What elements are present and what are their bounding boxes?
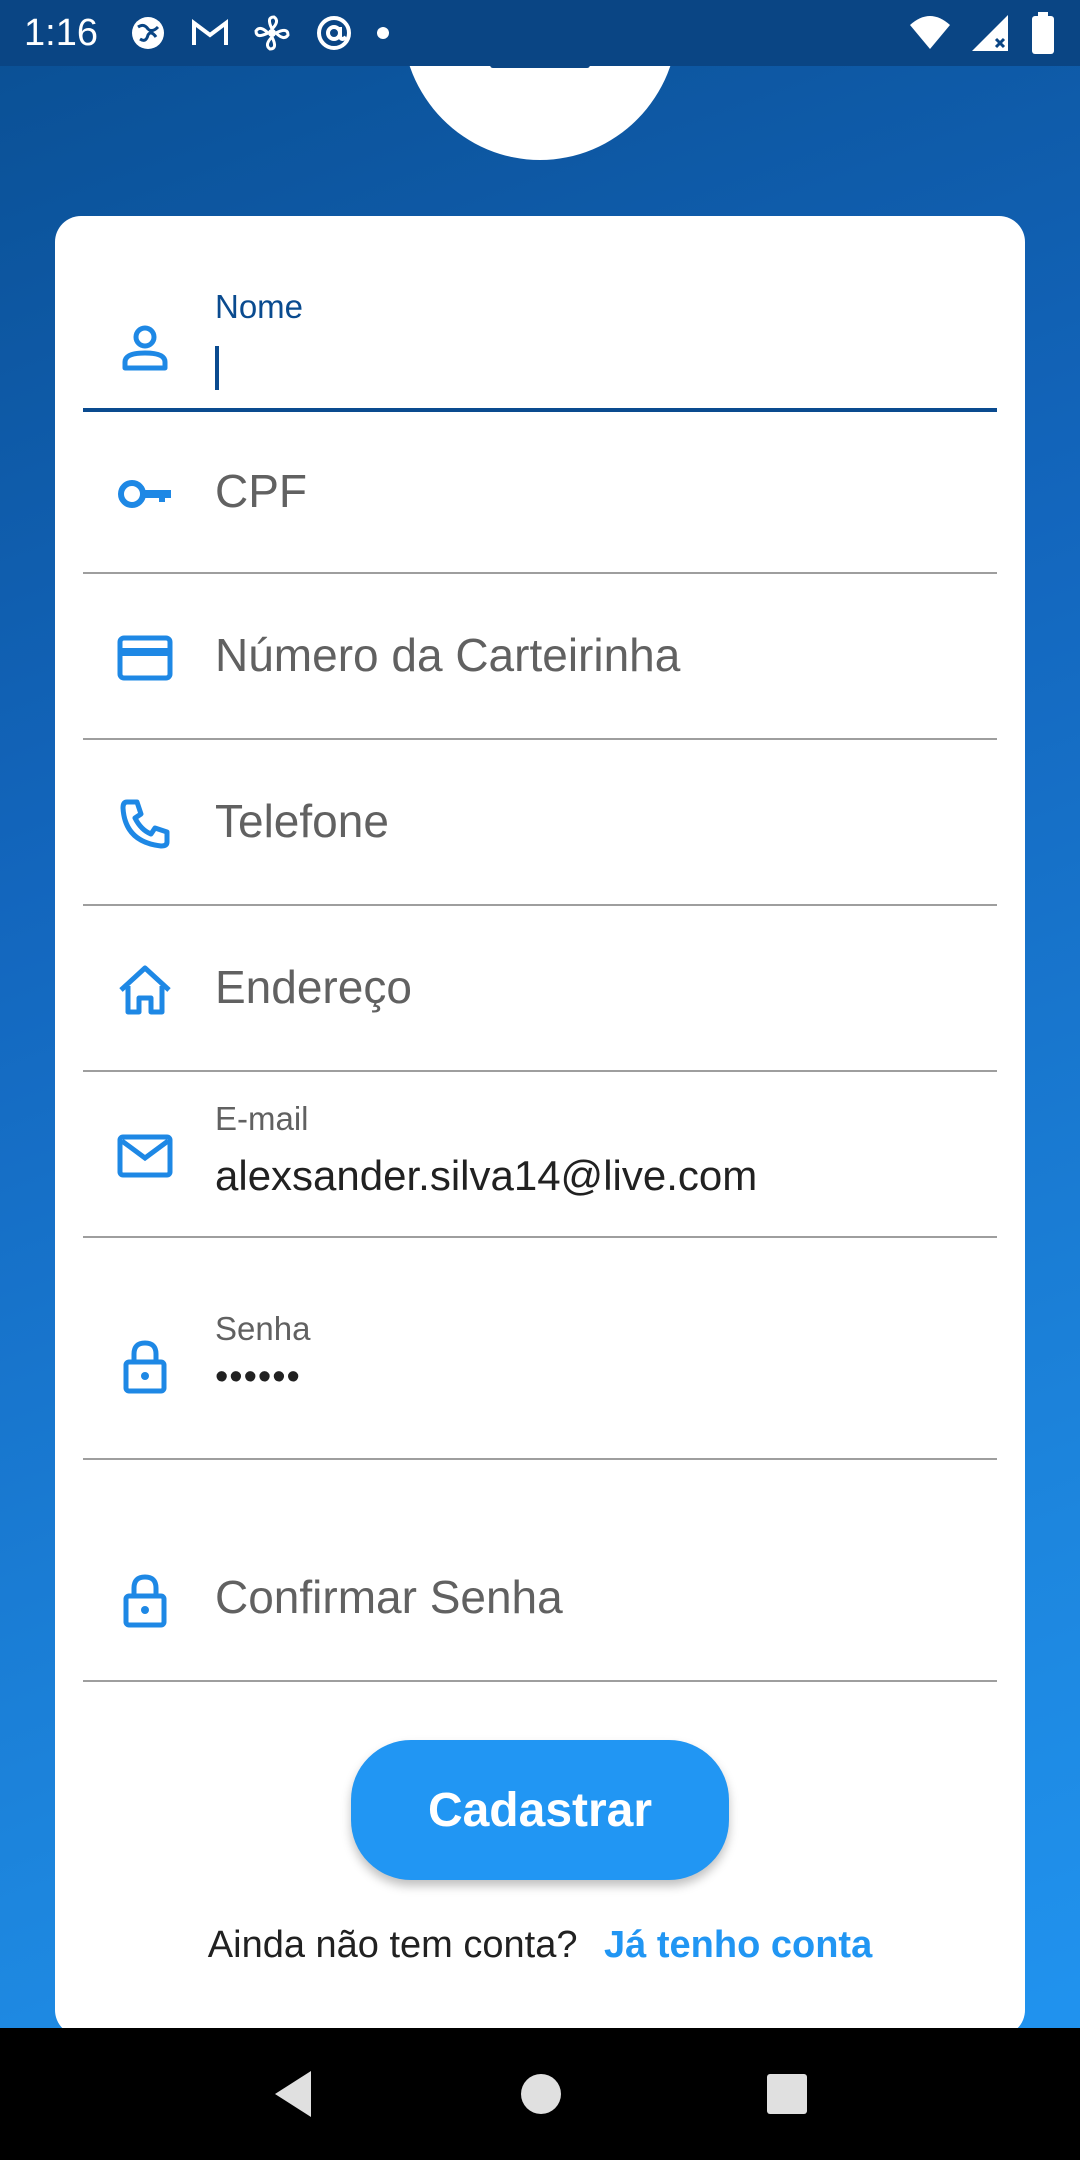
notification-icons — [128, 13, 390, 53]
person-outline-icon — [122, 325, 168, 371]
carteirinha-field[interactable]: Número da Carteirinha — [83, 574, 997, 740]
senha-value: •••••• — [215, 1356, 301, 1398]
wifi-icon — [910, 16, 950, 49]
credit-card-icon — [117, 635, 173, 681]
senha-field[interactable]: Senha •••••• — [83, 1238, 997, 1460]
phone-icon — [120, 799, 170, 849]
register-card: Nome CPF Número da Carteirinha Telefone … — [55, 216, 1025, 2036]
carteirinha-placeholder: Número da Carteirinha — [215, 629, 681, 681]
telefone-field[interactable]: Telefone — [83, 740, 997, 906]
home-icon — [119, 965, 171, 1015]
battery-icon — [1032, 12, 1054, 54]
text-cursor — [215, 346, 219, 390]
endereco-placeholder: Endereço — [215, 961, 412, 1013]
dot-icon — [376, 27, 389, 39]
lock-icon — [123, 1574, 167, 1628]
recents-icon[interactable] — [765, 2072, 809, 2116]
gmail-icon — [191, 19, 228, 45]
home-button-icon[interactable] — [519, 2072, 563, 2116]
status-bar: 1:16 — [0, 0, 1080, 66]
cadastrar-button[interactable]: Cadastrar — [351, 1740, 729, 1880]
confirmar-senha-field[interactable]: Confirmar Senha — [83, 1460, 997, 1682]
confirmar-senha-placeholder: Confirmar Senha — [215, 1571, 563, 1623]
at-sign-icon — [316, 16, 351, 50]
nome-field[interactable]: Nome — [83, 256, 997, 412]
navigation-bar — [0, 2028, 1080, 2160]
lock-icon — [123, 1340, 167, 1394]
mail-icon — [117, 1134, 173, 1178]
signal-icon — [972, 15, 1008, 51]
fan-icon — [254, 15, 290, 51]
back-icon[interactable] — [271, 2069, 317, 2119]
endereco-field[interactable]: Endereço — [83, 906, 997, 1072]
key-icon — [118, 480, 171, 508]
senha-label: Senha — [215, 1310, 311, 1347]
cpf-field[interactable]: CPF — [83, 412, 997, 574]
login-question: Ainda não tem conta? — [207, 1924, 578, 1966]
nome-label: Nome — [215, 288, 304, 325]
email-field[interactable]: E-mail alexsander.silva14@live.com — [83, 1072, 997, 1238]
login-link[interactable]: Já tenho conta — [604, 1924, 872, 1966]
globe-icon — [131, 17, 164, 49]
login-prompt: Ainda não tem conta? Já tenho conta — [55, 1924, 1025, 1967]
email-label: E-mail — [215, 1100, 309, 1137]
system-icons — [908, 12, 1056, 54]
telefone-placeholder: Telefone — [215, 795, 389, 847]
email-value: alexsander.silva14@live.com — [215, 1152, 758, 1199]
status-time: 1:16 — [24, 11, 98, 54]
cpf-placeholder: CPF — [215, 465, 307, 517]
